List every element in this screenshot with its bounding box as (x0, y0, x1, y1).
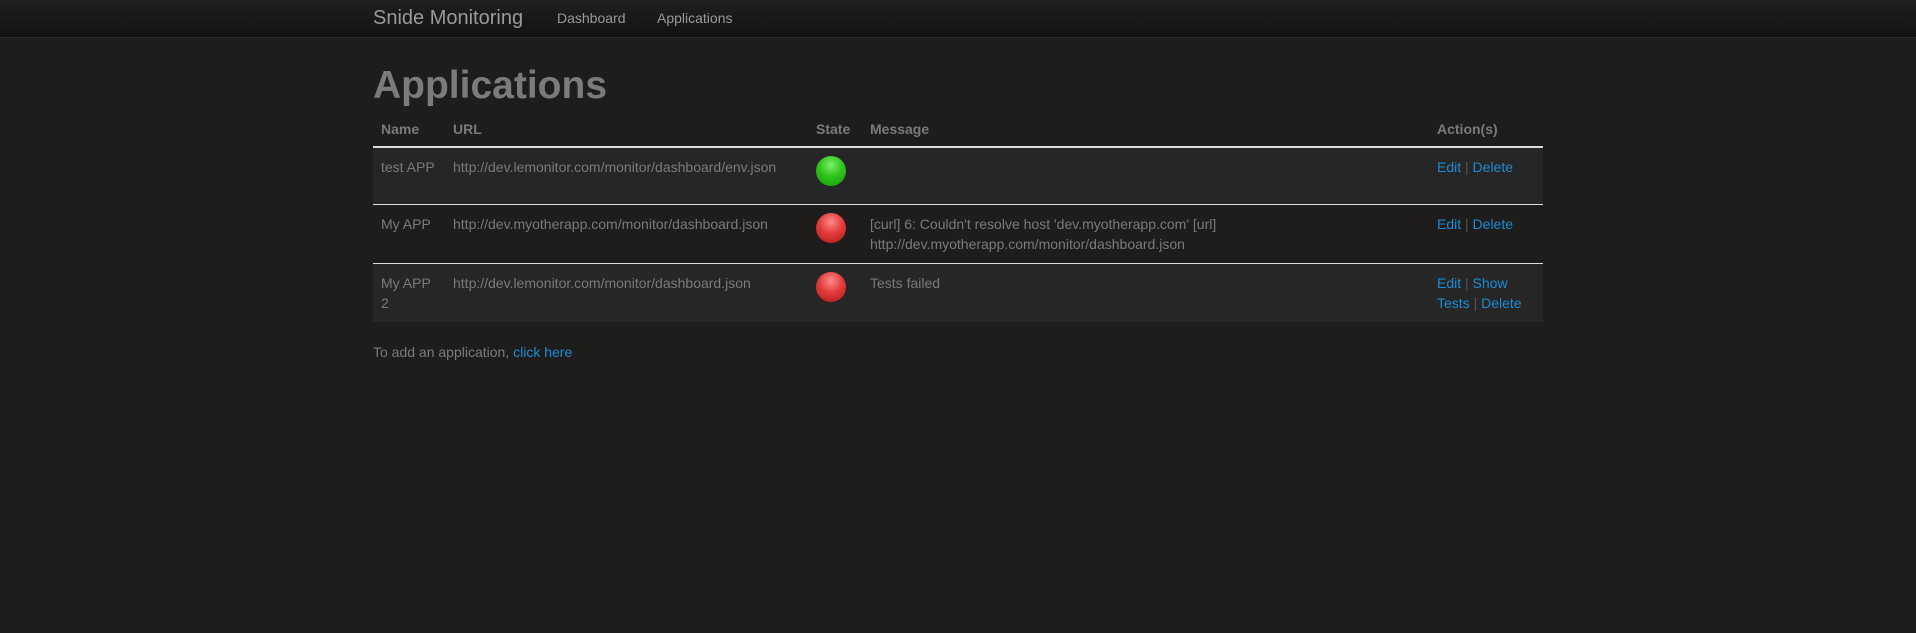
cell-actions: Edit | Show Tests | Delete (1429, 262, 1543, 322)
applications-table: Name URL State Message Action(s) test AP… (373, 120, 1543, 322)
cell-name: My APP 2 (373, 262, 445, 322)
nav-applications[interactable]: Applications (657, 10, 733, 26)
page-title: Applications (373, 64, 608, 107)
status-error-icon (816, 212, 846, 243)
cell-message (862, 146, 1429, 205)
action-delete-link[interactable]: Delete (1481, 295, 1521, 311)
action-edit-link[interactable]: Edit (1437, 216, 1461, 232)
status-ok-icon (816, 155, 846, 186)
table-row: My APP http://dev.myotherapp.com/monitor/… (373, 203, 1543, 264)
table-row: test APP http://dev.lemonitor.com/monitor… (373, 146, 1543, 205)
action-delete-link[interactable]: Delete (1473, 159, 1513, 175)
cell-state (808, 203, 862, 264)
brand-link[interactable]: Snide Monitoring (373, 7, 523, 30)
action-delete-link[interactable]: Delete (1473, 216, 1513, 232)
navbar: Snide Monitoring Dashboard Applications (0, 0, 1916, 38)
cell-message: [curl] 6: Couldn't resolve host 'dev.myo… (862, 203, 1429, 264)
action-separator: | (1465, 274, 1469, 291)
header-actions: Action(s) (1429, 120, 1543, 148)
header-name: Name (373, 120, 445, 148)
cell-url: http://dev.myotherapp.com/monitor/dashbo… (445, 203, 808, 264)
action-edit-link[interactable]: Edit (1437, 159, 1461, 175)
cell-actions: Edit | Delete (1429, 146, 1543, 205)
action-separator: | (1465, 215, 1469, 232)
cell-message: Tests failed (862, 262, 1429, 322)
cell-url: http://dev.lemonitor.com/monitor/dashboa… (445, 146, 808, 205)
header-state: State (808, 120, 862, 148)
action-edit-link[interactable]: Edit (1437, 275, 1461, 291)
status-error-icon (816, 271, 846, 302)
cell-name: test APP (373, 146, 445, 205)
add-application-text: To add an application, click here (373, 343, 573, 360)
nav-dashboard[interactable]: Dashboard (557, 10, 626, 26)
table-row: My APP 2 http://dev.lemonitor.com/monitor… (373, 262, 1543, 322)
cell-state (808, 146, 862, 205)
add-application-link[interactable]: click here (513, 344, 572, 360)
cell-state (808, 262, 862, 322)
header-url: URL (445, 120, 808, 148)
action-separator: | (1473, 294, 1478, 311)
action-separator: | (1465, 158, 1469, 175)
header-message: Message (862, 120, 1429, 148)
cell-name: My APP (373, 203, 445, 264)
cell-url: http://dev.lemonitor.com/monitor/dashboa… (445, 262, 808, 322)
cell-actions: Edit | Delete (1429, 203, 1543, 264)
